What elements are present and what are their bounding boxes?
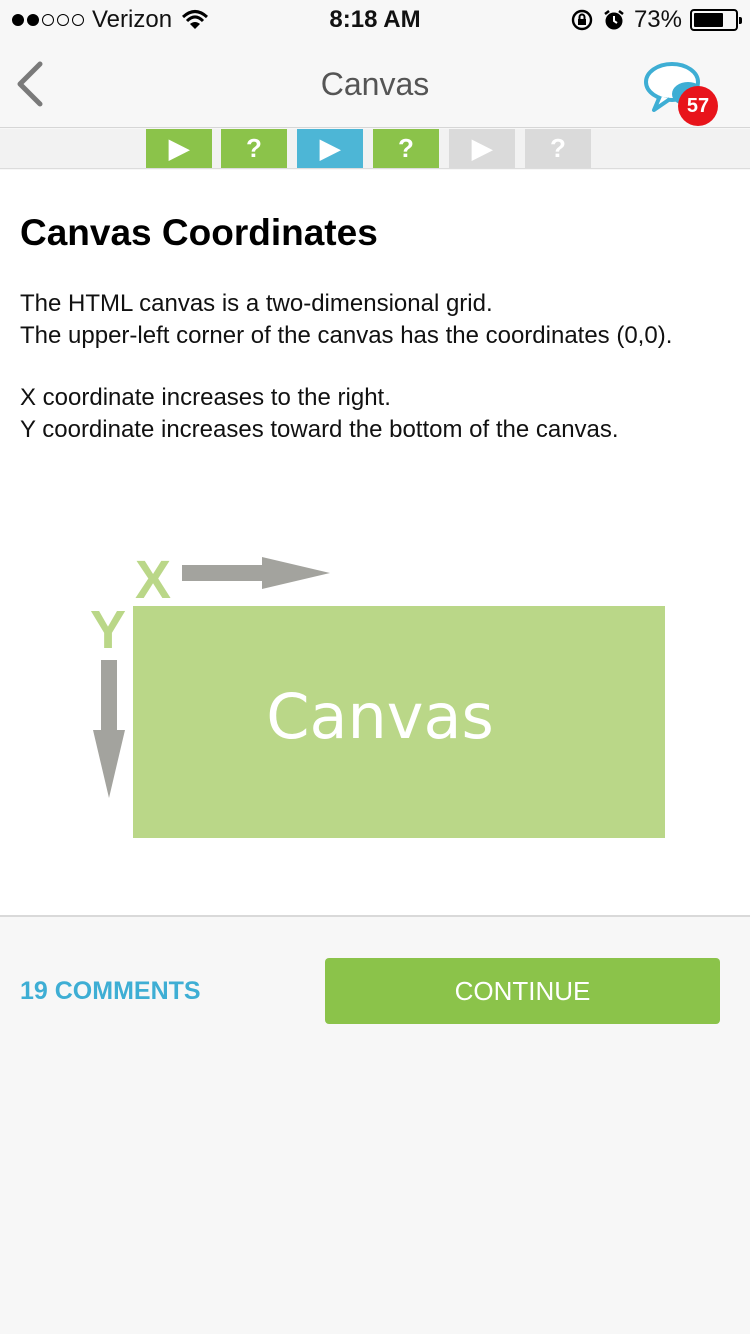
lesson-progress-bar: ▶ ? ▶ ? ▶ ? [0, 129, 750, 169]
status-bar: Verizon 8:18 AM 73% [0, 0, 750, 40]
lesson-title: Canvas Coordinates [20, 212, 378, 253]
x-axis-label: X [135, 550, 171, 610]
play-icon: ▶ [320, 133, 340, 163]
paragraph-line: The HTML canvas is a two-dimensional gri… [20, 290, 493, 317]
paragraph-line: Y coordinate increases toward the bottom… [20, 416, 619, 443]
alarm-icon [604, 10, 624, 30]
continue-button[interactable]: CONTINUE [325, 958, 720, 1024]
progress-step-2[interactable]: ? [221, 129, 287, 168]
question-icon: ? [550, 133, 566, 163]
play-icon: ▶ [169, 133, 189, 163]
battery-level [694, 13, 724, 27]
progress-step-3[interactable]: ▶ [297, 129, 363, 168]
page-title: Canvas [320, 66, 430, 102]
lesson-paragraph-2: X coordinate increases to the right. Y c… [20, 382, 619, 446]
navigation-bar: Canvas 57 [0, 40, 750, 128]
progress-step-5[interactable]: ▶ [449, 129, 515, 168]
canvas-coordinates-diagram: X Y Canvas [90, 550, 665, 838]
canvas-label: Canvas [266, 680, 494, 753]
paragraph-line: X coordinate increases to the right. [20, 384, 391, 411]
lesson-content: Canvas Coordinates The HTML canvas is a … [0, 170, 750, 917]
orientation-lock-icon [571, 9, 593, 31]
play-icon: ▶ [472, 133, 492, 163]
question-icon: ? [398, 133, 414, 163]
progress-step-6[interactable]: ? [525, 129, 591, 168]
progress-step-1[interactable]: ▶ [146, 129, 212, 168]
y-arrow-icon [93, 660, 125, 798]
comments-link[interactable]: 19 COMMENTS [20, 977, 201, 1006]
status-right: 73% [570, 6, 742, 34]
question-icon: ? [246, 133, 262, 163]
progress-step-4[interactable]: ? [373, 129, 439, 168]
battery-percent: 73% [633, 6, 682, 33]
y-axis-label: Y [90, 600, 126, 660]
battery-icon [690, 9, 742, 31]
x-arrow-icon [182, 557, 330, 589]
notification-badge[interactable]: 57 [678, 86, 718, 126]
lesson-paragraph-1: The HTML canvas is a two-dimensional gri… [20, 288, 672, 352]
paragraph-line: The upper-left corner of the canvas has … [20, 322, 673, 349]
